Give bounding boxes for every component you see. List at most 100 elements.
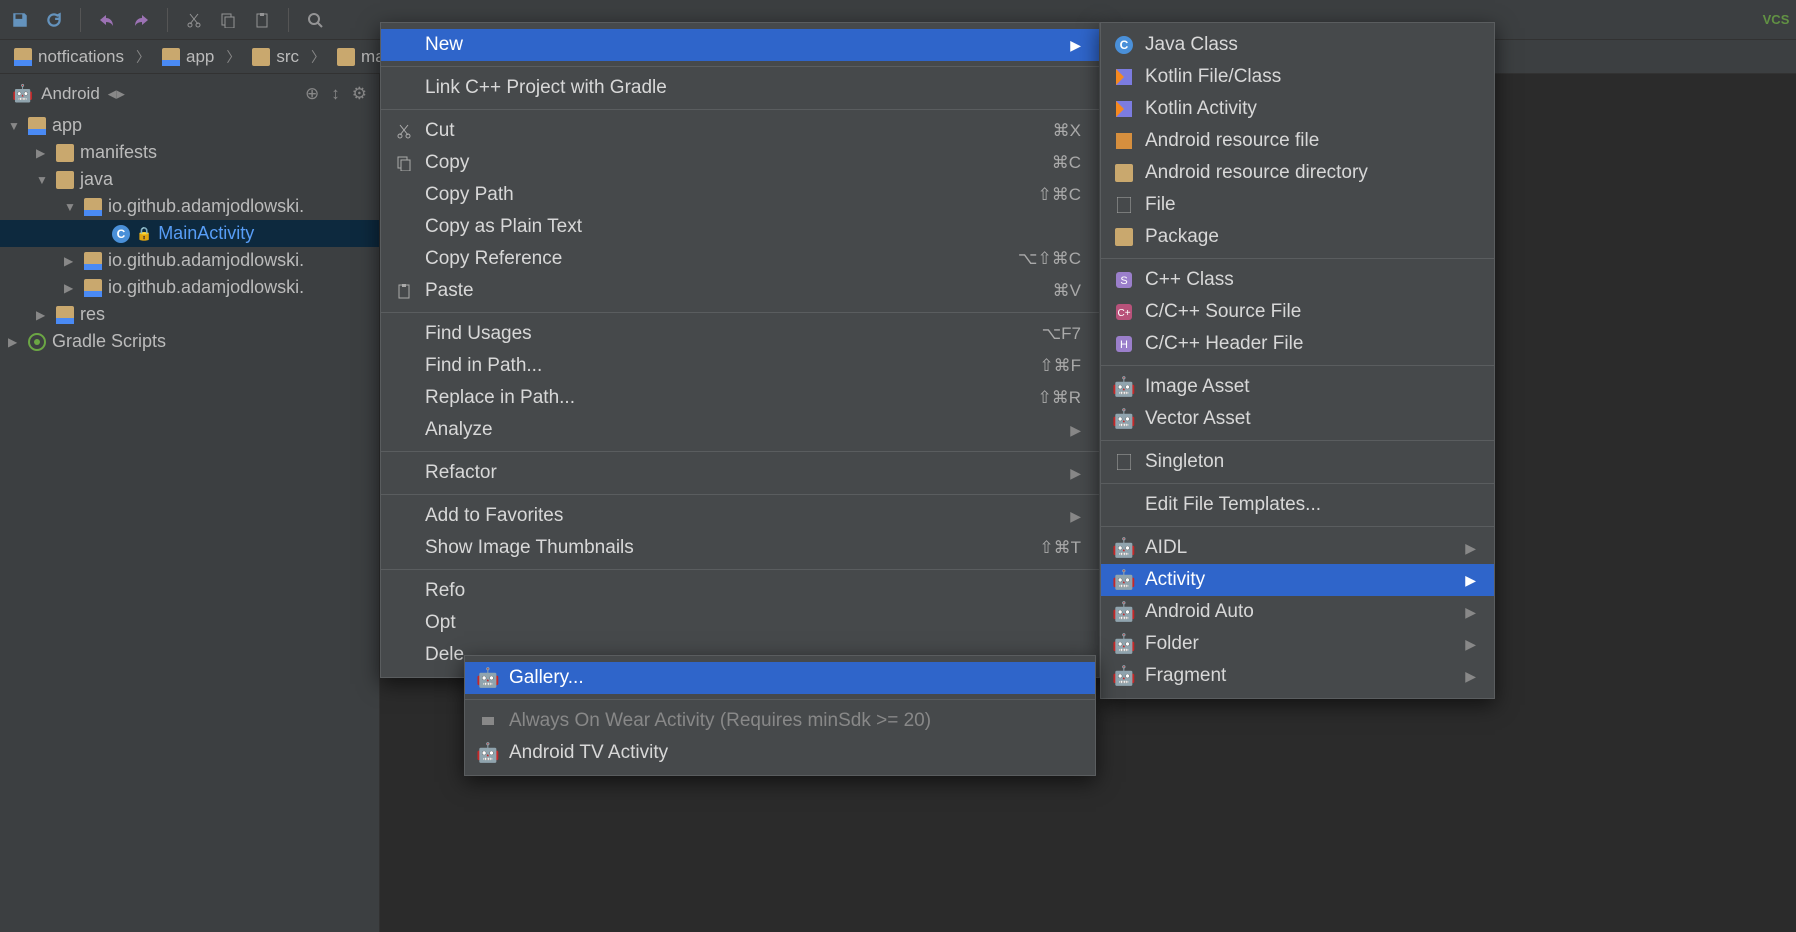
menu-item-edit-templates[interactable]: Edit File Templates... xyxy=(1101,489,1494,521)
menu-item-analyze[interactable]: Analyze▶ xyxy=(381,414,1099,446)
expand-arrow-icon: ▼ xyxy=(64,200,78,214)
android-icon: 🤖 xyxy=(1113,569,1135,591)
vcs-icon[interactable]: VCS xyxy=(1766,10,1786,30)
menu-item-wear-activity[interactable]: Always On Wear Activity (Requires minSdk… xyxy=(465,705,1095,737)
menu-item-new[interactable]: New▶ xyxy=(381,29,1099,61)
menu-item-truncated[interactable]: Opt xyxy=(381,607,1099,639)
menu-item-kotlin-file[interactable]: Kotlin File/Class xyxy=(1101,61,1494,93)
sync-icon[interactable] xyxy=(44,10,64,30)
menu-item-cut[interactable]: Cut⌘X xyxy=(381,115,1099,147)
menu-item-singleton[interactable]: Singleton xyxy=(1101,446,1494,478)
menu-item-image-asset[interactable]: 🤖Image Asset xyxy=(1101,371,1494,403)
menu-separator xyxy=(1101,365,1494,366)
menu-item-vector-asset[interactable]: 🤖Vector Asset xyxy=(1101,403,1494,435)
menu-separator xyxy=(381,312,1099,313)
android-icon: 🤖 xyxy=(477,742,499,764)
menu-item-truncated[interactable]: Refo xyxy=(381,575,1099,607)
toolbar-separator xyxy=(80,8,81,32)
submenu-arrow-icon: ▶ xyxy=(1070,508,1081,525)
menu-item-android-res-dir[interactable]: Android resource directory xyxy=(1101,157,1494,189)
menu-item-file[interactable]: File xyxy=(1101,189,1494,221)
menu-separator xyxy=(1101,440,1494,441)
menu-item-find-path[interactable]: Find in Path...⇧⌘F xyxy=(381,350,1099,382)
gear-icon[interactable]: ⚙ xyxy=(352,84,367,104)
chevron-right-icon: 〉 xyxy=(311,47,325,67)
menu-item-gallery[interactable]: 🤖Gallery... xyxy=(465,662,1095,694)
menu-item-tv-activity[interactable]: 🤖Android TV Activity xyxy=(465,737,1095,769)
menu-item-refactor[interactable]: Refactor▶ xyxy=(381,457,1099,489)
menu-item-c-header[interactable]: HC/C++ Header File xyxy=(1101,328,1494,360)
target-icon[interactable]: ⊕ xyxy=(305,84,319,104)
menu-item-android-res-file[interactable]: Android resource file xyxy=(1101,125,1494,157)
menu-item-paste[interactable]: Paste⌘V xyxy=(381,275,1099,307)
class-icon: C xyxy=(112,225,130,243)
menu-item-android-auto[interactable]: 🤖Android Auto▶ xyxy=(1101,596,1494,628)
tree-node-package[interactable]: ▼io.github.adamjodlowski. xyxy=(0,193,379,220)
folder-icon xyxy=(252,48,270,66)
menu-item-c-source[interactable]: C+C/C++ Source File xyxy=(1101,296,1494,328)
cut-icon xyxy=(393,120,415,142)
expand-arrow-icon: ▶ xyxy=(64,281,78,295)
breadcrumb-item[interactable]: notfications xyxy=(8,45,130,69)
toolbar-separator xyxy=(288,8,289,32)
menu-item-copy[interactable]: Copy⌘C xyxy=(381,147,1099,179)
menu-item-activity[interactable]: 🤖Activity▶ xyxy=(1101,564,1494,596)
paste-icon xyxy=(393,280,415,302)
redo-icon[interactable] xyxy=(131,10,151,30)
menu-item-find-usages[interactable]: Find Usages⌥F7 xyxy=(381,318,1099,350)
tree-node-res[interactable]: ▶res xyxy=(0,301,379,328)
undo-icon[interactable] xyxy=(97,10,117,30)
menu-item-copy-path[interactable]: Copy Path⇧⌘C xyxy=(381,179,1099,211)
submenu-arrow-icon: ▶ xyxy=(1465,572,1476,589)
tree-node-java[interactable]: ▼java xyxy=(0,166,379,193)
paste-icon[interactable] xyxy=(252,10,272,30)
header-icon: H xyxy=(1113,333,1135,355)
menu-item-kotlin-activity[interactable]: Kotlin Activity xyxy=(1101,93,1494,125)
collapse-icon[interactable]: ↕ xyxy=(331,84,340,104)
cut-icon[interactable] xyxy=(184,10,204,30)
file-icon xyxy=(1113,194,1135,216)
copy-icon[interactable] xyxy=(218,10,238,30)
android-icon: 🤖 xyxy=(1113,408,1135,430)
menu-item-link-cpp[interactable]: Link C++ Project with Gradle xyxy=(381,72,1099,104)
toolbar-separator xyxy=(167,8,168,32)
menu-item-aidl[interactable]: 🤖AIDL▶ xyxy=(1101,532,1494,564)
xml-icon xyxy=(1113,130,1135,152)
menu-item-copy-plain[interactable]: Copy as Plain Text xyxy=(381,211,1099,243)
save-icon[interactable] xyxy=(10,10,30,30)
submenu-arrow-icon: ▶ xyxy=(1465,604,1476,621)
tree-node-manifests[interactable]: ▶manifests xyxy=(0,139,379,166)
tree-node-package[interactable]: ▶io.github.adamjodlowski. xyxy=(0,247,379,274)
nav-arrows-icon[interactable]: ◂▸ xyxy=(108,84,125,104)
menu-item-java-class[interactable]: CJava Class xyxy=(1101,29,1494,61)
tree-node-package[interactable]: ▶io.github.adamjodlowski. xyxy=(0,274,379,301)
menu-item-package[interactable]: Package xyxy=(1101,221,1494,253)
submenu-activity: 🤖Gallery... Always On Wear Activity (Req… xyxy=(464,655,1096,776)
menu-item-show-thumbnails[interactable]: Show Image Thumbnails⇧⌘T xyxy=(381,532,1099,564)
breadcrumb-item[interactable]: app xyxy=(156,45,220,69)
tree-node-main-activity[interactable]: C🔒MainActivity xyxy=(0,220,379,247)
submenu-arrow-icon: ▶ xyxy=(1465,668,1476,685)
menu-item-add-favorites[interactable]: Add to Favorites▶ xyxy=(381,500,1099,532)
kotlin-icon xyxy=(1113,98,1135,120)
submenu-arrow-icon: ▶ xyxy=(1465,636,1476,653)
expand-arrow-icon: ▼ xyxy=(36,173,50,187)
sidebar-header[interactable]: 🤖 Android ◂▸ ⊕ ↕ ⚙ xyxy=(0,80,379,108)
menu-separator xyxy=(381,569,1099,570)
gradle-icon xyxy=(28,333,46,351)
menu-separator xyxy=(1101,258,1494,259)
menu-item-cpp-class[interactable]: SC++ Class xyxy=(1101,264,1494,296)
android-icon: 🤖 xyxy=(1113,537,1135,559)
menu-item-copy-ref[interactable]: Copy Reference⌥⇧⌘C xyxy=(381,243,1099,275)
menu-item-folder[interactable]: 🤖Folder▶ xyxy=(1101,628,1494,660)
tree-node-gradle[interactable]: ▶Gradle Scripts xyxy=(0,328,379,355)
android-icon: 🤖 xyxy=(1113,376,1135,398)
expand-arrow-icon: ▼ xyxy=(8,119,22,133)
search-icon[interactable] xyxy=(305,10,325,30)
package-icon xyxy=(84,252,102,270)
tree-node-app[interactable]: ▼app xyxy=(0,112,379,139)
menu-item-replace-path[interactable]: Replace in Path...⇧⌘R xyxy=(381,382,1099,414)
breadcrumb-item[interactable]: src xyxy=(246,45,305,69)
menu-item-fragment[interactable]: 🤖Fragment▶ xyxy=(1101,660,1494,692)
expand-arrow-icon: ▶ xyxy=(36,308,50,322)
